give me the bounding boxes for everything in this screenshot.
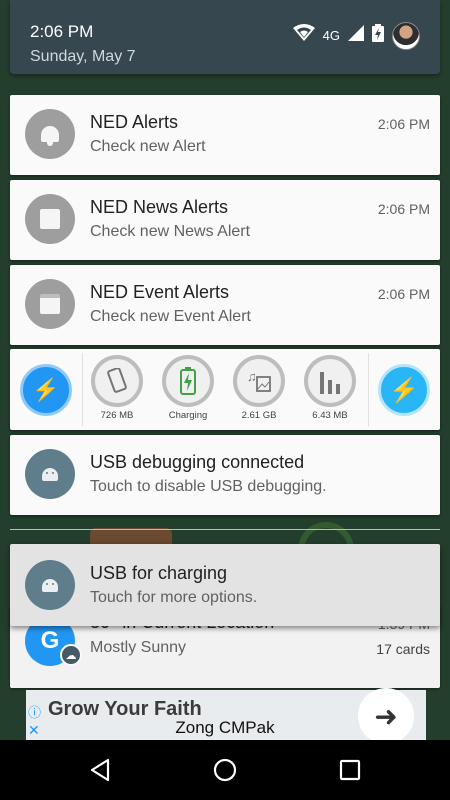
notification-time: 2:06 PM [377,201,430,217]
user-avatar[interactable] [392,22,420,50]
phone-icon [91,355,143,407]
home-icon[interactable] [210,755,240,785]
quick-settings-header[interactable]: 2:06 PM Sunday, May 7 4G [10,0,440,74]
clock: 2:06 PM [30,22,94,41]
divider [82,353,83,426]
status-icons: 4G [292,22,420,50]
notification-ned-news-alerts[interactable]: NED News Alerts Check new News Alert 2:0… [10,180,440,260]
notification-title: NED Alerts [90,112,179,132]
tool-label: 726 MB [100,410,134,421]
battery-icon [372,24,384,48]
cleaner-tools-widget: ⚡ 726 MB Charging ♫ 2.61 GB 6.43 MB ⚡ [10,349,440,430]
cloud-icon: ☁ [60,644,82,666]
network-type-label: 4G [322,28,340,43]
divider [368,353,369,426]
android-icon [25,449,75,499]
notification-title: NED Event Alerts [90,282,230,302]
notification-time: 2:06 PM [377,116,430,132]
android-icon [25,560,75,610]
notification-text: Touch to disable USB debugging. [90,478,327,495]
notification-text: Mostly Sunny [90,639,187,656]
news-icon [25,194,75,244]
tool-memory[interactable]: 726 MB [87,355,147,421]
wifi-icon [292,24,315,48]
notification-ned-alerts[interactable]: NED Alerts Check new Alert 2:06 PM [10,95,440,175]
battery-icon [162,355,214,407]
recents-icon[interactable] [335,755,365,785]
tool-data[interactable]: 6.43 MB [300,355,360,421]
date: Sunday, May 7 [30,48,136,65]
notification-ned-event-alerts[interactable]: NED Event Alerts Check new Event Alert 2… [10,265,440,345]
bell-icon [25,109,75,159]
svg-text:♫: ♫ [247,369,257,384]
notification-text: Touch for more options. [90,589,258,606]
notification-text: Check new Event Alert [90,308,251,325]
tool-storage[interactable]: ♫ 2.61 GB [229,355,289,421]
cards-count: 17 cards [376,641,430,657]
shield-icon[interactable]: ⚡ [20,364,72,416]
notification-usb-debugging[interactable]: USB debugging connected Touch to disable… [10,435,440,515]
notification-title: NED News Alerts [90,197,229,217]
notification-time: 2:06 PM [377,286,430,302]
boost-icon[interactable]: ⚡ [378,364,430,416]
media-icon: ♫ [233,355,285,407]
notification-text: Check new Alert [90,138,206,155]
event-icon [25,279,75,329]
tool-label: 2.61 GB [241,410,277,421]
tool-battery[interactable]: Charging [158,355,218,421]
tool-label: 6.43 MB [312,410,348,421]
notification-title: USB debugging connected [90,452,305,472]
navigation-bar [0,740,450,800]
carrier-label: Zong CMPak [175,718,275,737]
notification-text: Check new News Alert [90,223,251,240]
tool-label: Charging [168,410,208,421]
back-icon[interactable] [85,755,115,785]
signal-icon [348,25,364,47]
notification-usb-charging[interactable]: USB for charging Touch for more options. [10,544,440,626]
divider [10,529,440,530]
bars-icon [304,355,356,407]
notification-title: USB for charging [90,563,228,583]
